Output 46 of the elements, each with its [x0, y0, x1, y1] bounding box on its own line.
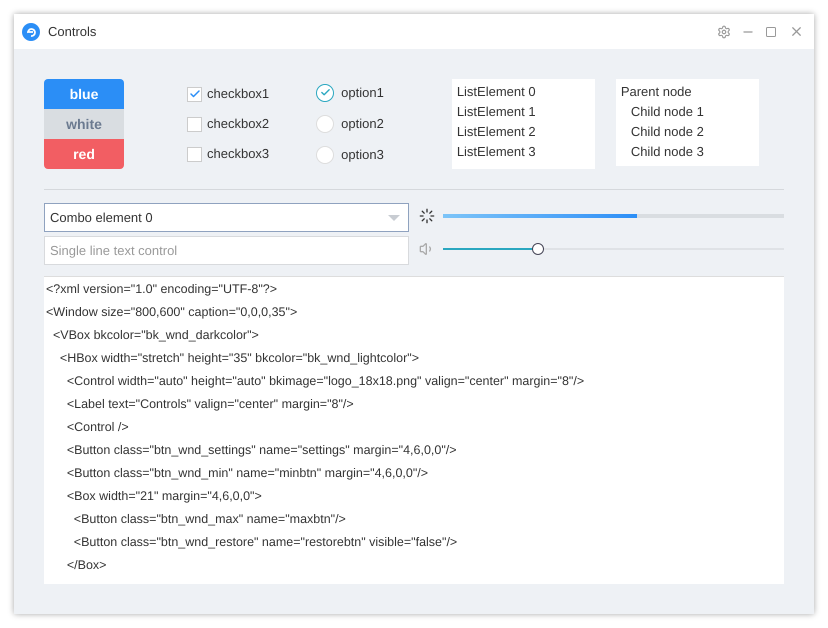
checkbox[interactable] [187, 86, 202, 102]
checkbox-label[interactable]: checkbox2 [207, 114, 270, 134]
tree-node[interactable]: Child node 2 [630, 122, 759, 142]
spinner-icon [419, 208, 435, 224]
code-line: <Button class="btn_wnd_max" name="maxbtn"/> [72, 511, 347, 528]
radio-label[interactable]: option1 [341, 82, 384, 102]
code-line: <Window size="800,600" caption="0,0,0,35"> [46, 304, 298, 321]
settings-icon[interactable] [717, 24, 731, 38]
maximize-icon[interactable] [765, 26, 777, 38]
combo-value: Combo element 0 [50, 208, 154, 227]
list-item[interactable]: ListElement 0 [456, 82, 595, 102]
close-icon[interactable] [789, 24, 804, 39]
code-line: <HBox width="stretch" height="35" bkcolor="bk_wnd_lightcolor"> [58, 350, 420, 367]
slider-thumb[interactable] [532, 242, 544, 254]
checkbox-label[interactable]: checkbox1 [207, 84, 270, 104]
radio-button[interactable] [316, 84, 334, 102]
checkbox[interactable] [187, 116, 202, 132]
window-title: Controls [48, 22, 96, 41]
radio-label[interactable]: option3 [341, 144, 384, 164]
checkbox-label[interactable]: checkbox3 [207, 144, 270, 164]
code-line: <VBox bkcolor="bk_wnd_darkcolor"> [52, 327, 260, 344]
dropdown-arrow-icon [388, 214, 400, 220]
code-line: <Button class="btn_wnd_restore" name="restorebtn" visible="false"/> [72, 534, 458, 551]
logo-icon [22, 22, 40, 40]
tree-node[interactable]: Child node 3 [630, 142, 759, 162]
volume-slider[interactable] [443, 242, 784, 254]
list-item[interactable]: ListElement 3 [456, 142, 595, 162]
check-icon [188, 88, 200, 100]
code-line: <Control width="auto" height="auto" bkimage="logo_18x18.png" valign="center" margin="8"/> [66, 373, 586, 390]
radio-label[interactable]: option2 [341, 114, 384, 134]
combo-box[interactable]: Combo element 0 [44, 203, 409, 232]
checkbox[interactable] [187, 146, 202, 162]
code-line: <Label text="Controls" valign="center" margin="8"/> [66, 396, 355, 413]
tree-node[interactable]: Child node 1 [630, 102, 759, 122]
code-line: <Button class="btn_wnd_settings" name="settings" margin="4,6,0,0"/> [66, 442, 458, 459]
list-item[interactable]: ListElement 2 [456, 122, 595, 142]
code-line: <Control /> [66, 419, 130, 436]
code-line: <?xml version="1.0" encoding="UTF-8"?> [46, 281, 278, 298]
tree-node[interactable]: Parent node [620, 82, 759, 102]
text-input-field[interactable]: Single line text control [44, 236, 409, 265]
code-line: <Box width="21" margin="4,6,0,0"> [66, 488, 263, 505]
code-line: </Box> [66, 557, 108, 574]
code-editor[interactable] [44, 276, 784, 584]
code-line: <Button class="btn_wnd_min" name="minbtn" margin="4,6,0,0"/> [66, 465, 430, 482]
check-icon [320, 87, 331, 98]
list-item[interactable]: ListElement 1 [456, 102, 595, 122]
